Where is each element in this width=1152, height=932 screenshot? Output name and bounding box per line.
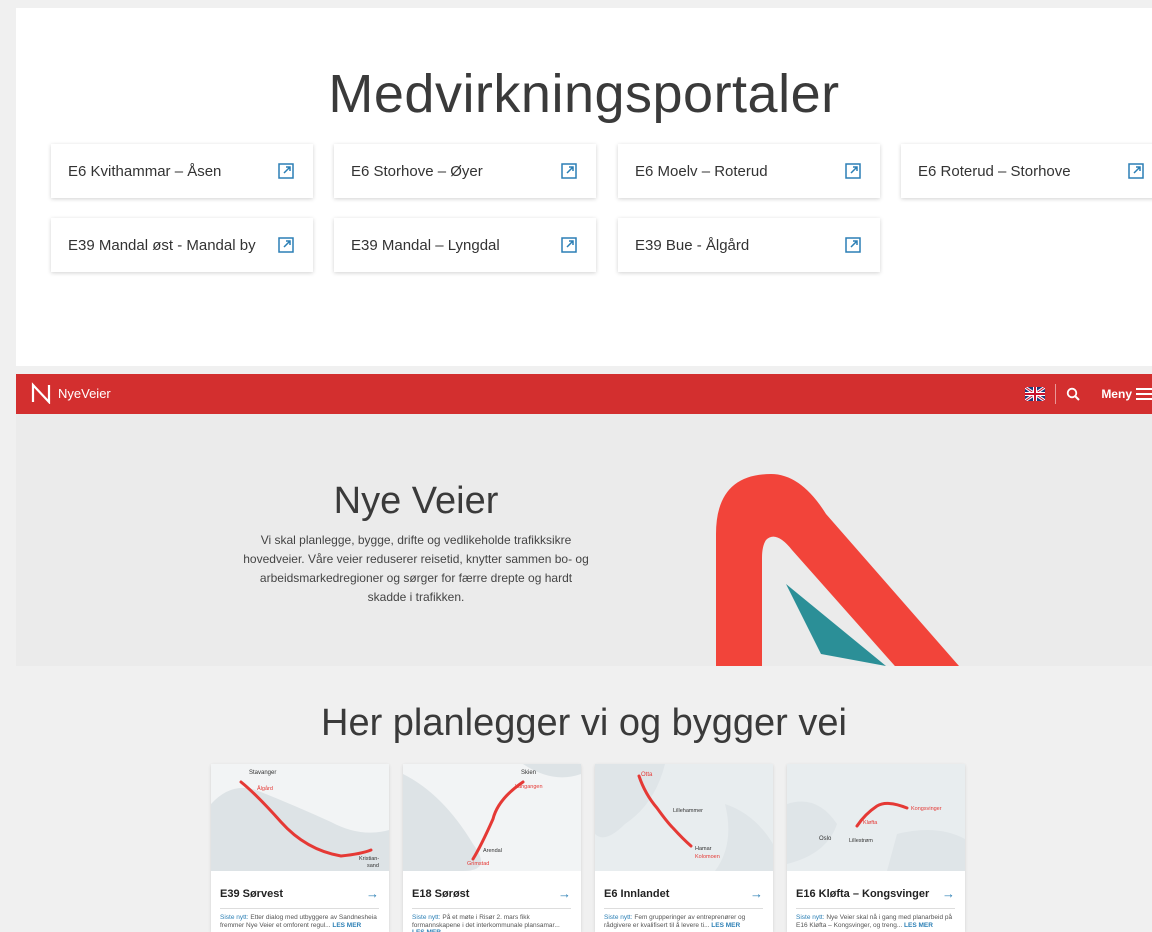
external-link-icon xyxy=(561,237,577,253)
portal-card-label: E6 Storhove – Øyer xyxy=(351,162,483,180)
menu-button[interactable]: Meny xyxy=(1101,387,1152,401)
menu-label: Meny xyxy=(1101,387,1132,401)
news-label: Siste nytt: xyxy=(796,914,825,921)
portal-card-label: E6 Kvithammar – Åsen xyxy=(68,162,222,180)
project-news: Siste nytt: Etter dialog med utbyggere a… xyxy=(220,914,379,929)
project-card-e16-klofta-kongsvinger[interactable]: Kongsvinger Kløfta Oslo Lillestrøm E16 K… xyxy=(787,764,965,932)
site-header: NyeVeier Meny xyxy=(16,374,1152,414)
portal-card-label: E39 Bue - Ålgård xyxy=(635,236,750,254)
read-more-link[interactable]: LES MER xyxy=(332,922,361,929)
portal-card-label: E6 Roterud – Storhove xyxy=(918,162,1071,180)
uk-flag-icon[interactable] xyxy=(1025,387,1046,401)
project-news: Siste nytt: Nye Veier skal nå i gang med… xyxy=(796,914,955,929)
header-spacer xyxy=(1090,384,1091,404)
external-link-icon xyxy=(278,237,294,253)
portal-card-kvithammar-asen[interactable]: E6 Kvithammar – Åsen xyxy=(51,144,313,198)
project-map: Kongsvinger Kløfta Oslo Lillestrøm xyxy=(787,764,965,871)
header-actions: Meny xyxy=(1025,374,1152,414)
portal-card-storhove-oyer[interactable]: E6 Storhove – Øyer xyxy=(334,144,596,198)
map-label: Langangen xyxy=(515,784,543,790)
portal-card-label: E6 Moelv – Roterud xyxy=(635,162,768,180)
news-label: Siste nytt: xyxy=(412,914,441,921)
news-label: Siste nytt: xyxy=(220,914,249,921)
project-header: E18 Sørøst → xyxy=(412,879,571,909)
arrow-right-icon[interactable]: → xyxy=(942,886,955,901)
external-link-icon xyxy=(845,163,861,179)
portal-card-bue-algard[interactable]: E39 Bue - Ålgård xyxy=(618,218,880,272)
arrow-right-icon[interactable]: → xyxy=(558,886,571,901)
project-card-e18-sorost[interactable]: Skien Langangen Arendal Grimstad E18 Sør… xyxy=(403,764,581,932)
map-label: Lillestrøm xyxy=(849,838,873,844)
map-label: sand xyxy=(367,863,379,869)
portal-card-label: E39 Mandal – Lyngdal xyxy=(351,236,500,254)
external-link-icon xyxy=(1128,163,1144,179)
project-map: Skien Langangen Arendal Grimstad xyxy=(403,764,581,871)
project-name: E18 Sørøst xyxy=(412,887,470,900)
hero-logo-graphic xyxy=(716,474,959,666)
map-label: Kongsvinger xyxy=(911,806,942,812)
portals-title: Medvirkningsportaler xyxy=(328,64,840,124)
map-label: Oslo xyxy=(819,836,832,842)
external-link-icon xyxy=(561,163,577,179)
nyeveier-logo-icon xyxy=(31,382,51,404)
news-label: Siste nytt: xyxy=(604,914,633,921)
portal-card-moelv-roterud[interactable]: E6 Moelv – Roterud xyxy=(618,144,880,198)
map-label: Stavanger xyxy=(249,770,276,776)
search-icon[interactable] xyxy=(1066,387,1081,401)
portal-card-label: E39 Mandal øst - Mandal by xyxy=(68,236,256,254)
project-name: E6 Innlandet xyxy=(604,887,670,900)
portal-card-mandal-ost-mandal-by[interactable]: E39 Mandal øst - Mandal by xyxy=(51,218,313,272)
nyeveier-logo[interactable]: NyeVeier xyxy=(30,382,111,404)
map-label: Kristian- xyxy=(359,856,379,862)
hero-section: Nye Veier Vi skal planlegge, bygge, drif… xyxy=(16,414,1152,666)
project-map: Stavanger Ålgård Kristian- sand xyxy=(211,764,389,871)
external-link-icon xyxy=(278,163,294,179)
map-label: Otta xyxy=(641,772,653,778)
project-name: E16 Kløfta – Kongsvinger xyxy=(796,887,930,900)
map-label: Grimstad xyxy=(467,861,489,867)
hero-text: Vi skal planlegge, bygge, drifte og vedl… xyxy=(243,533,589,604)
map-label: Skien xyxy=(521,770,536,776)
portal-card-roterud-storhove[interactable]: E6 Roterud – Storhove xyxy=(901,144,1152,198)
header-divider xyxy=(1055,384,1057,404)
map-label: Hamar xyxy=(695,846,712,852)
logo-text: NyeVeier xyxy=(58,385,111,401)
portal-card-mandal-lyngdal[interactable]: E39 Mandal – Lyngdal xyxy=(334,218,596,272)
map-label: Kløfta xyxy=(863,820,878,826)
project-header: E6 Innlandet → xyxy=(604,879,763,909)
external-link-icon xyxy=(845,237,861,253)
project-map: Otta Lillehammer Hamar Kolomoen xyxy=(595,764,773,871)
portals-panel: Medvirkningsportaler E6 Kvithammar – Åse… xyxy=(16,8,1152,366)
map-label: Lillehammer xyxy=(673,808,703,814)
read-more-link[interactable]: LES MER xyxy=(904,922,933,929)
project-card-e6-innlandet[interactable]: Otta Lillehammer Hamar Kolomoen E6 Innla… xyxy=(595,764,773,932)
project-news: Siste nytt: På et møte i Risør 2. mars f… xyxy=(412,914,571,932)
project-card-e39-sorvest[interactable]: Stavanger Ålgård Kristian- sand E39 Sørv… xyxy=(211,764,389,932)
project-header: E16 Kløfta – Kongsvinger → xyxy=(796,879,955,909)
arrow-right-icon[interactable]: → xyxy=(750,886,763,901)
map-label: Kolomoen xyxy=(695,854,720,860)
projects-title: Her planlegger vi og bygger vei xyxy=(321,702,847,744)
project-header: E39 Sørvest → xyxy=(220,879,379,909)
project-news: Siste nytt: Fem grupperinger av entrepre… xyxy=(604,914,763,929)
map-label: Arendal xyxy=(483,848,502,854)
arrow-right-icon[interactable]: → xyxy=(366,886,379,901)
hero-title: Nye Veier xyxy=(333,480,499,522)
hamburger-icon xyxy=(1136,388,1152,400)
project-name: E39 Sørvest xyxy=(220,887,283,900)
map-label: Ålgård xyxy=(257,785,273,792)
read-more-link[interactable]: LES MER xyxy=(711,922,740,929)
